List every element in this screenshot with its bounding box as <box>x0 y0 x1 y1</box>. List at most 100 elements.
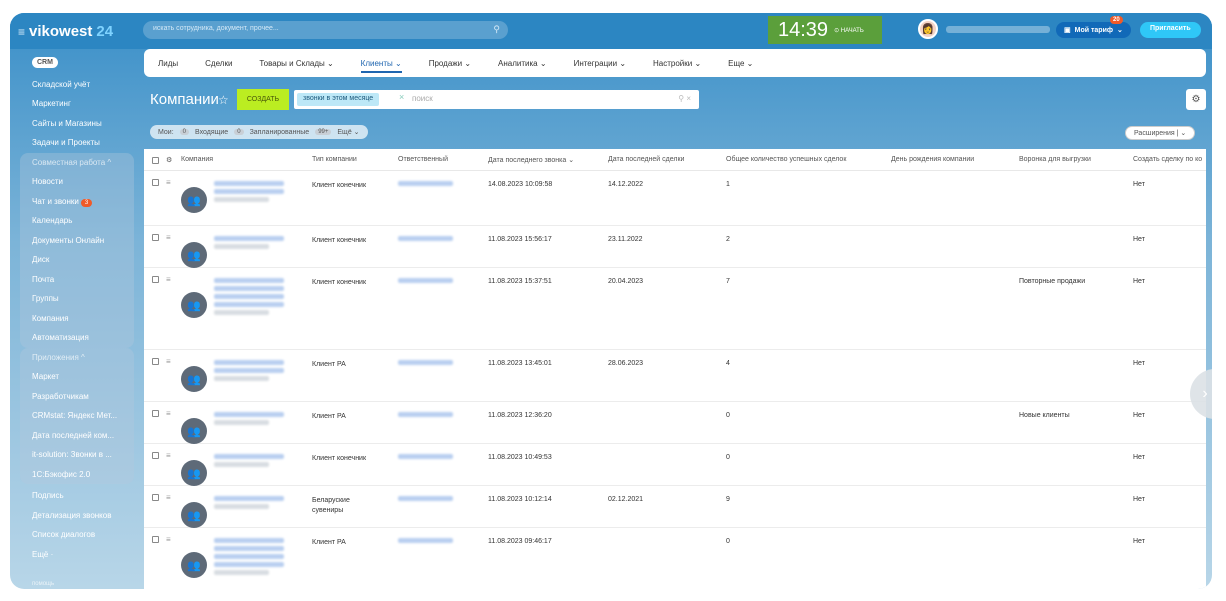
company-name-blurred[interactable] <box>214 420 269 425</box>
columns-gear-icon[interactable]: ⚙ <box>166 156 172 164</box>
column-header[interactable]: Воронка для выгрузки <box>1019 156 1091 163</box>
sidebar-item[interactable]: Календарь <box>20 211 134 231</box>
responsible-blurred[interactable] <box>398 278 453 283</box>
table-row[interactable]: ≡ 👥 Клиент конечник 11.08.2023 15:56:17 23.1… <box>144 226 1206 268</box>
sidebar-item[interactable]: Маркет <box>20 367 134 387</box>
sidebar-item[interactable]: it-solution: Звонки в ... <box>20 445 134 465</box>
invite-button[interactable]: Пригласить <box>1140 22 1201 38</box>
column-header[interactable]: Дата последнего звонка ⌄ <box>488 156 574 164</box>
row-menu-icon[interactable]: ≡ <box>166 409 171 418</box>
responsible-blurred[interactable] <box>398 236 453 241</box>
row-checkbox[interactable] <box>152 452 159 459</box>
sidebar-item[interactable]: Почта <box>20 270 134 290</box>
row-menu-icon[interactable]: ≡ <box>166 451 171 460</box>
company-name-blurred[interactable] <box>214 496 284 501</box>
company-name-blurred[interactable] <box>214 504 269 509</box>
table-row[interactable]: ≡ 👥 Беларуские сувениры 11.08.2023 10:12:14… <box>144 486 1206 528</box>
responsible-blurred[interactable] <box>398 538 453 543</box>
company-name-blurred[interactable] <box>214 278 284 283</box>
select-all-checkbox[interactable] <box>152 157 159 164</box>
sidebar-item[interactable]: Приложения ^ <box>20 348 134 368</box>
tab-item[interactable]: Сделки <box>205 49 232 77</box>
table-row[interactable]: ≡ 👥 Клиент конечник 11.08.2023 10:49:53 0 Нет <box>144 444 1206 486</box>
column-header[interactable]: Компания <box>181 156 213 163</box>
table-row[interactable]: ≡ 👥 Клиент конечник 11.08.2023 15:37:51 20.0… <box>144 268 1206 350</box>
company-name-blurred[interactable] <box>214 294 284 299</box>
sidebar-item[interactable]: помощь <box>20 576 134 589</box>
row-checkbox[interactable] <box>152 179 159 186</box>
responsible-blurred[interactable] <box>398 412 453 417</box>
responsible-blurred[interactable] <box>398 181 453 186</box>
row-checkbox[interactable] <box>152 494 159 501</box>
tab-item[interactable]: Интеграции ⌄ <box>574 49 626 77</box>
responsible-blurred[interactable] <box>398 360 453 365</box>
row-checkbox[interactable] <box>152 410 159 417</box>
sidebar-item[interactable]: Ещё · <box>20 545 134 565</box>
tariff-button[interactable]: ▣ Мой тариф ⌄ 20 <box>1056 16 1131 38</box>
company-name-blurred[interactable] <box>214 546 284 551</box>
company-name-blurred[interactable] <box>214 554 284 559</box>
logo[interactable]: ≡ vikowest 24 <box>18 23 113 40</box>
company-name-blurred[interactable] <box>214 570 269 575</box>
filter-chip[interactable]: звонки в этом месяце <box>297 93 380 106</box>
sidebar-item[interactable]: Новости <box>20 172 134 192</box>
column-header[interactable]: Ответственный <box>398 156 448 163</box>
company-name-blurred[interactable] <box>214 302 284 307</box>
close-icon[interactable]: × <box>399 92 404 102</box>
tab-item[interactable]: Лиды <box>158 49 178 77</box>
company-name-blurred[interactable] <box>214 360 284 365</box>
worktime-widget[interactable]: 14:39 ⊙ НАЧАТЬ <box>768 16 882 44</box>
company-name-blurred[interactable] <box>214 310 269 315</box>
row-checkbox[interactable] <box>152 276 159 283</box>
column-header[interactable]: Тип компании <box>312 156 357 163</box>
sidebar-item[interactable]: Компания <box>20 309 134 329</box>
sidebar-item[interactable]: Дата последней ком... <box>20 426 134 446</box>
tab-item[interactable]: Товары и Склады ⌄ <box>259 49 333 77</box>
table-row[interactable]: ≡ 👥 Клиент РА 11.08.2023 13:45:01 28.06.2023… <box>144 350 1206 402</box>
user-name-blurred[interactable] <box>946 26 1050 33</box>
user-avatar[interactable]: 👩 <box>918 19 938 39</box>
row-menu-icon[interactable]: ≡ <box>166 178 171 187</box>
row-menu-icon[interactable]: ≡ <box>166 233 171 242</box>
tab-item[interactable]: Аналитика ⌄ <box>498 49 547 77</box>
sidebar-item[interactable]: Автоматизация <box>20 328 134 348</box>
sidebar-item[interactable]: Складской учёт <box>20 75 134 95</box>
menu-icon[interactable]: ≡ <box>18 25 25 39</box>
responsible-blurred[interactable] <box>398 496 453 501</box>
company-name-blurred[interactable] <box>214 538 284 543</box>
company-name-blurred[interactable] <box>214 454 284 459</box>
column-header[interactable]: Создать сделку по ко <box>1133 156 1202 163</box>
planned-link[interactable]: Запланированные <box>250 129 310 136</box>
sidebar-item[interactable]: Детализация звонков <box>20 506 134 526</box>
company-name-blurred[interactable] <box>214 197 269 202</box>
star-icon[interactable]: ☆ <box>218 93 229 107</box>
column-header[interactable]: День рождения компании <box>891 156 974 163</box>
row-menu-icon[interactable]: ≡ <box>166 535 171 544</box>
more-link[interactable]: Ещё ⌄ <box>337 128 359 136</box>
create-button[interactable]: СОЗДАТЬ <box>237 89 289 110</box>
sidebar-item[interactable]: Задачи и Проекты <box>20 133 134 153</box>
sidebar-item[interactable]: Разработчикам <box>20 387 134 407</box>
table-row[interactable]: ≡ 👥 Клиент РА 11.08.2023 12:36:20 0 Новые кли… <box>144 402 1206 444</box>
row-menu-icon[interactable]: ≡ <box>166 275 171 284</box>
tab-item[interactable]: Клиенты ⌄ <box>360 49 402 77</box>
extensions-button[interactable]: Расширения | ⌄ <box>1125 126 1196 140</box>
sidebar-item[interactable]: Совместная работа ^ <box>20 153 134 173</box>
sidebar-item[interactable]: Маркетинг <box>20 94 134 114</box>
tab-item[interactable]: Настройки ⌄ <box>653 49 701 77</box>
row-checkbox[interactable] <box>152 358 159 365</box>
company-name-blurred[interactable] <box>214 368 284 373</box>
company-name-blurred[interactable] <box>214 412 284 417</box>
incoming-link[interactable]: Входящие <box>195 129 228 136</box>
start-button[interactable]: ⊙ НАЧАТЬ <box>834 27 864 34</box>
column-header[interactable]: Дата последней сделки <box>608 156 684 163</box>
responsible-blurred[interactable] <box>398 454 453 459</box>
table-row[interactable]: ≡ 👥 Клиент РА 11.08.2023 09:46:17 0 Нет <box>144 528 1206 589</box>
company-name-blurred[interactable] <box>214 244 269 249</box>
table-row[interactable]: ≡ 👥 Клиент конечник 14.08.2023 10:09:58 14.1… <box>144 171 1206 226</box>
company-name-blurred[interactable] <box>214 376 269 381</box>
row-checkbox[interactable] <box>152 234 159 241</box>
company-name-blurred[interactable] <box>214 181 284 186</box>
row-menu-icon[interactable]: ≡ <box>166 357 171 366</box>
sidebar-item[interactable]: Подпись <box>20 486 134 506</box>
